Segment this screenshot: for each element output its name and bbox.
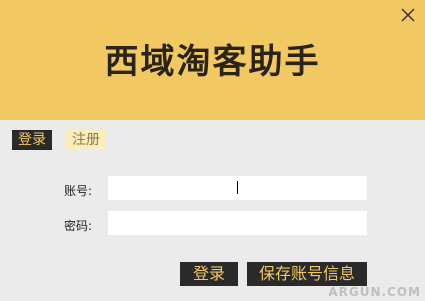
close-icon (401, 8, 415, 22)
text-caret (237, 181, 238, 194)
save-account-button[interactable]: 保存账号信息 (247, 262, 367, 286)
login-panel: 登录 注册 账号: 密码: 登录 保存账号信息 (8, 124, 417, 301)
tab-register[interactable]: 注册 (66, 130, 106, 150)
watermark-text: ARGUN.COM (328, 285, 421, 299)
account-label: 账号: (64, 184, 93, 198)
password-label: 密码: (64, 219, 93, 233)
header-banner: 西域淘客助手 (0, 0, 425, 120)
app-title: 西域淘客助手 (104, 42, 321, 82)
login-button[interactable]: 登录 (180, 262, 238, 286)
close-button[interactable] (397, 4, 419, 26)
password-field[interactable] (108, 211, 367, 235)
tab-login[interactable]: 登录 (12, 130, 52, 150)
